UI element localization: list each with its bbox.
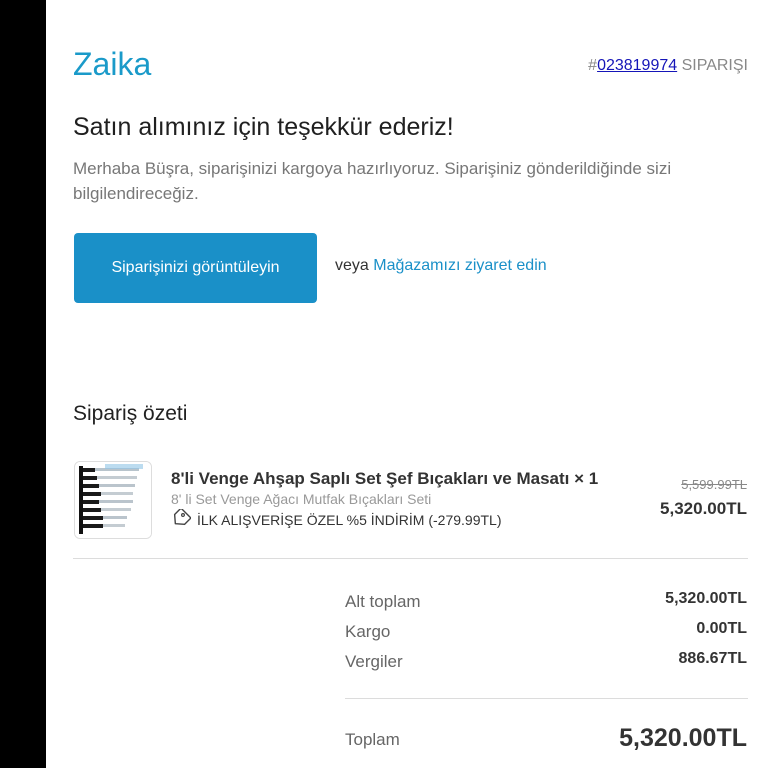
total-value: 5,320.00TL — [619, 724, 747, 752]
order-summary-heading: Sipariş özeti — [73, 402, 188, 425]
shipping-label: Kargo — [345, 622, 391, 641]
taxes-value: 886.67TL — [678, 650, 747, 667]
divider — [73, 558, 748, 559]
product-variant: 8' li Set Venge Ağacı Mutfak Bıçakları S… — [171, 491, 432, 507]
order-hash: # — [588, 57, 598, 74]
or-text: veya — [335, 257, 374, 274]
store-logo[interactable]: Zaika — [73, 46, 151, 83]
shipping-value: 0.00TL — [696, 620, 747, 637]
intro-text: Merhaba Büşra, siparişinizi kargoya hazı… — [73, 159, 672, 203]
discount-label: İLK ALIŞVERİŞE ÖZEL %5 İNDİRİM (-279.99T… — [197, 511, 502, 528]
order-suffix: SIPARIŞI — [677, 57, 748, 74]
item-price: 5,320.00TL — [660, 499, 747, 518]
view-order-button[interactable]: Siparişinizi görüntüleyin — [74, 233, 317, 303]
subtotal-label: Alt toplam — [345, 592, 421, 611]
total-label: Toplam — [345, 730, 400, 749]
order-number-link[interactable]: 023819974 — [597, 57, 677, 74]
product-title: 8'li Venge Ahşap Saplı Set Şef Bıçakları… — [171, 469, 599, 488]
subtotal-value: 5,320.00TL — [665, 590, 747, 607]
original-price: 5,599.99TL — [681, 477, 747, 492]
taxes-label: Vergiler — [345, 652, 403, 671]
visit-store-link[interactable]: Mağazamızı ziyaret edin — [373, 257, 546, 274]
divider — [345, 698, 748, 699]
email-body: Zaika #023819974 SIPARIŞI Satın alımınız… — [46, 0, 768, 768]
tag-icon — [171, 507, 192, 530]
product-thumbnail — [74, 461, 152, 539]
visit-store-line: veya Mağazamızı ziyaret edin — [335, 257, 547, 275]
knife-set-image — [75, 462, 151, 538]
discount-row: İLK ALIŞVERİŞE ÖZEL %5 İNDİRİM (-279.99T… — [171, 507, 502, 530]
thank-you-heading: Satın alımınız için teşekkür ederiz! — [73, 113, 454, 141]
order-reference: #023819974 SIPARIŞI — [588, 57, 748, 75]
